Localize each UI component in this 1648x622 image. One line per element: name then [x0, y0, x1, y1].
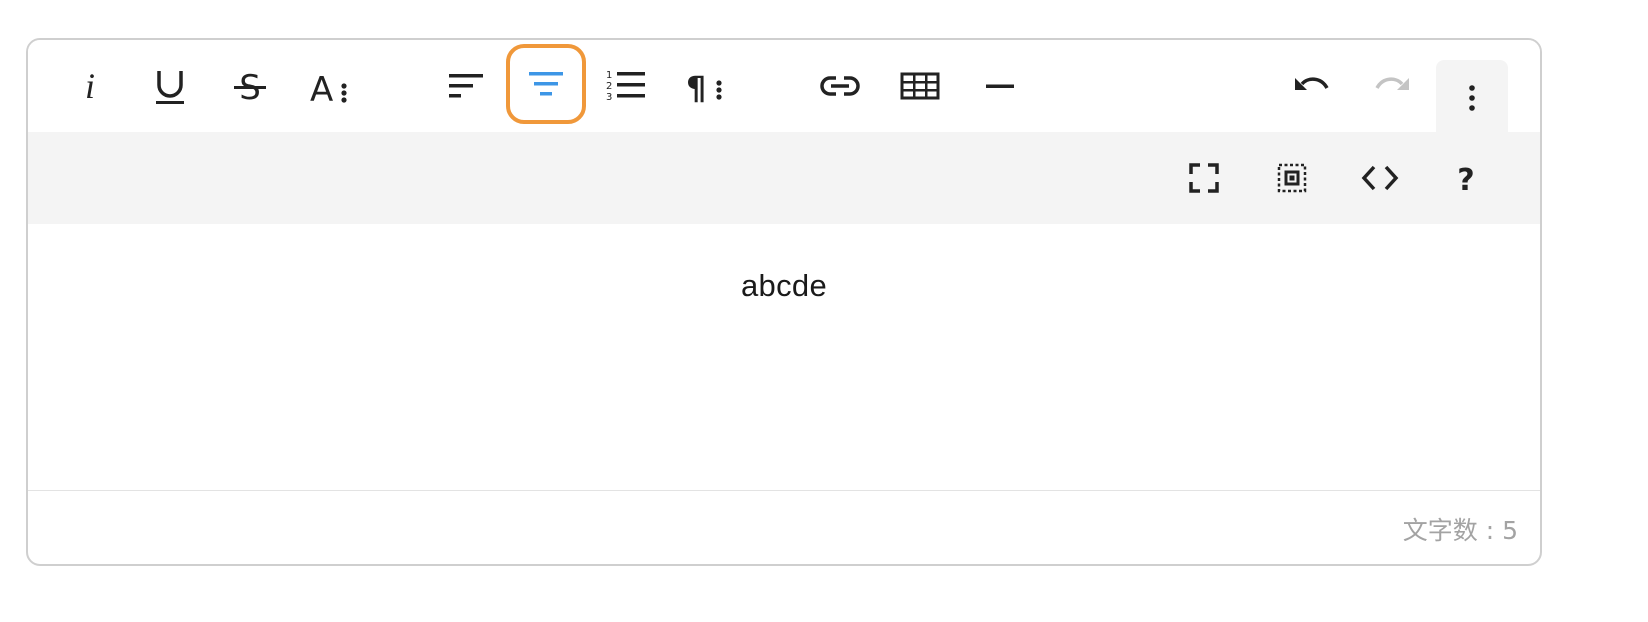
paragraph-icon: ¶: [686, 69, 722, 106]
svg-text:?: ?: [1457, 163, 1474, 198]
more-button[interactable]: [1436, 60, 1508, 132]
undo-icon: [1295, 77, 1329, 90]
select-all-button[interactable]: [1252, 138, 1332, 218]
svg-text:2: 2: [606, 81, 612, 92]
redo-button[interactable]: [1352, 46, 1432, 126]
svg-text:3: 3: [606, 92, 612, 103]
fullscreen-button[interactable]: [1164, 138, 1244, 218]
underline-button[interactable]: [130, 46, 210, 126]
align-center-icon: [529, 72, 563, 96]
redo-icon: [1375, 77, 1409, 90]
align-left-icon: [449, 74, 483, 98]
fullscreen-icon: [1189, 163, 1219, 193]
link-button[interactable]: [800, 46, 880, 126]
underline-icon: [156, 71, 184, 104]
italic-icon: i: [85, 66, 95, 106]
horizontal-rule-button[interactable]: [960, 46, 1040, 126]
help-button[interactable]: ?: [1426, 138, 1506, 218]
align-center-button[interactable]: [506, 44, 586, 124]
font-format-icon: A: [310, 70, 347, 106]
select-all-icon: [1277, 163, 1307, 193]
help-icon: ?: [1457, 163, 1474, 198]
link-icon: [820, 76, 860, 96]
ordered-list-button[interactable]: 1 2 3: [586, 46, 666, 126]
italic-button[interactable]: i: [50, 46, 130, 126]
editor-content-area[interactable]: abcde: [28, 224, 1540, 490]
code-view-button[interactable]: [1340, 138, 1420, 218]
undo-button[interactable]: [1272, 46, 1352, 126]
more-toolbar: ?: [28, 132, 1540, 224]
ordered-list-icon: 1 2 3: [606, 70, 645, 103]
svg-text:1: 1: [606, 70, 612, 81]
character-count: 文字数 : 5: [1402, 516, 1518, 545]
rich-text-editor: i S A 1 2 3 ¶ ? abcde 文字数: 5: [26, 38, 1542, 566]
font-format-button[interactable]: A: [290, 46, 370, 126]
paragraph-format-button[interactable]: ¶: [666, 46, 746, 126]
table-button[interactable]: [880, 46, 960, 126]
more-vertical-icon: [1469, 85, 1475, 111]
table-icon: [900, 72, 940, 100]
strikethrough-icon: S: [234, 68, 266, 106]
strikethrough-button[interactable]: S: [210, 46, 290, 126]
svg-text:A: A: [310, 70, 333, 106]
svg-text:¶: ¶: [686, 69, 706, 106]
editor-content-text[interactable]: abcde: [28, 268, 1540, 304]
status-bar: 文字数 : 5: [28, 490, 1540, 564]
align-left-button[interactable]: [426, 46, 506, 126]
svg-text:i: i: [85, 66, 95, 106]
main-toolbar: i S A 1 2 3 ¶: [28, 40, 1540, 132]
code-icon: [1361, 165, 1399, 191]
horizontal-rule-icon: [986, 84, 1014, 88]
